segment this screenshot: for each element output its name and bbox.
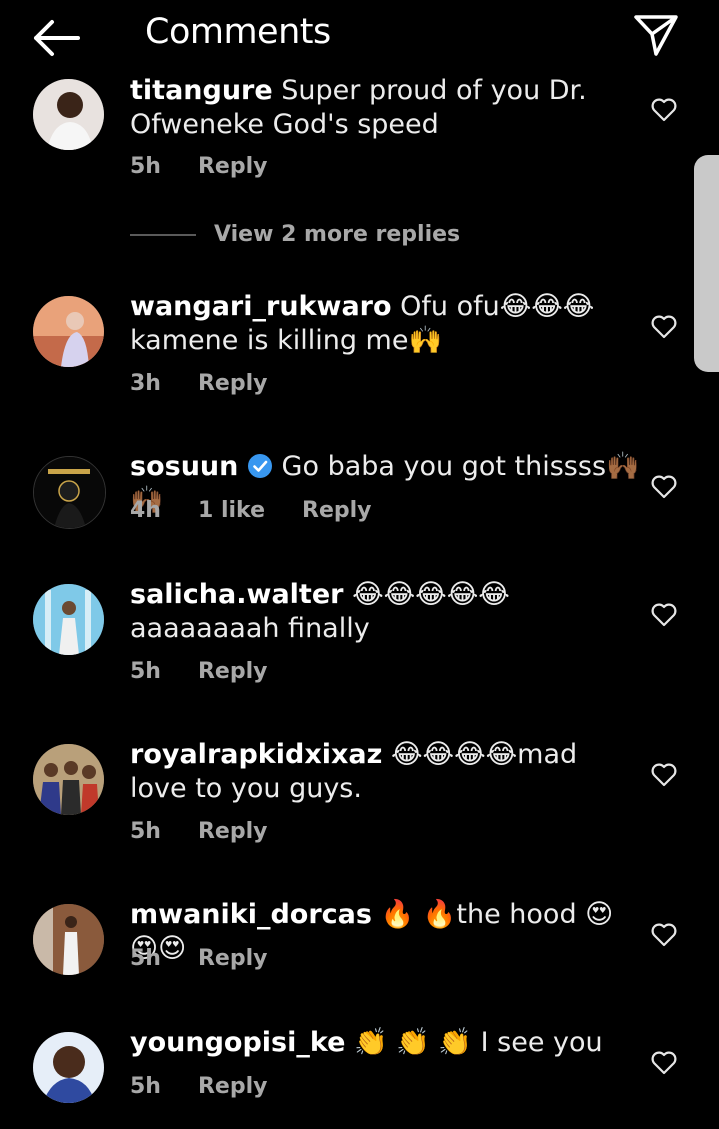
avatar[interactable] [33, 456, 106, 529]
comment-meta: 5h Reply [130, 946, 304, 971]
like-heart-icon[interactable] [651, 315, 677, 339]
comment-likes[interactable]: 1 like [198, 498, 265, 523]
comment-text: youngopisi_ke 👏 👏 👏 I see you [130, 1027, 603, 1058]
like-heart-icon[interactable] [651, 603, 677, 627]
like-heart-icon[interactable] [651, 1051, 677, 1075]
comment-meta: 5h Reply [130, 659, 304, 684]
comment-time: 4h [130, 498, 161, 523]
comment-username[interactable]: royalrapkidxixaz [130, 739, 382, 770]
comment-time: 5h [130, 154, 161, 179]
comment-time: 5h [130, 659, 161, 684]
avatar[interactable] [33, 296, 104, 367]
like-heart-icon[interactable] [651, 923, 677, 947]
verified-badge-icon [247, 454, 272, 478]
header-bar: Comments [0, 0, 719, 72]
send-icon[interactable] [632, 12, 680, 58]
comment-username[interactable]: wangari_rukwaro [130, 291, 392, 322]
comment-meta: 4h 1 like Reply [130, 498, 409, 523]
reply-button[interactable]: Reply [198, 819, 268, 844]
comment-time: 5h [130, 1074, 161, 1099]
avatar[interactable] [33, 744, 104, 815]
comment-time: 5h [130, 946, 161, 971]
comment-text: titangure Super proud of you Dr. Ofwenek… [130, 75, 587, 140]
view-more-replies-label[interactable]: View 2 more replies [214, 222, 460, 247]
comment-text: salicha.walter 😂😂😂😂😂 aaaaaaaah finally [130, 579, 510, 644]
page-title: Comments [145, 12, 331, 52]
avatar[interactable] [33, 1032, 104, 1103]
reply-button[interactable]: Reply [198, 1074, 268, 1099]
comment-text: wangari_rukwaro Ofu ofu😂😂😂 kamene is kil… [130, 291, 595, 356]
comment-meta: 5h Reply [130, 154, 304, 179]
comment-text: royalrapkidxixaz 😂😂😂😂mad love to you guy… [130, 739, 578, 804]
comment-time: 3h [130, 371, 161, 396]
avatar[interactable] [33, 79, 104, 150]
comment-username[interactable]: sosuun [130, 451, 238, 482]
avatar[interactable] [33, 584, 104, 655]
comment-username[interactable]: youngopisi_ke [130, 1027, 345, 1058]
comment-username[interactable]: salicha.walter [130, 579, 343, 610]
reply-button[interactable]: Reply [198, 154, 268, 179]
reply-button[interactable]: Reply [198, 659, 268, 684]
comment-username[interactable]: mwaniki_dorcas [130, 899, 372, 930]
reply-button[interactable]: Reply [302, 498, 372, 523]
back-arrow-icon[interactable] [30, 18, 82, 58]
reply-button[interactable]: Reply [198, 946, 268, 971]
comment-meta: 5h Reply [130, 819, 304, 844]
comment-username[interactable]: titangure [130, 75, 273, 106]
avatar[interactable] [33, 904, 104, 975]
comment-meta: 3h Reply [130, 371, 304, 396]
like-heart-icon[interactable] [651, 763, 677, 787]
reply-button[interactable]: Reply [198, 371, 268, 396]
like-heart-icon[interactable] [651, 475, 677, 499]
comment-time: 5h [130, 819, 161, 844]
like-heart-icon[interactable] [651, 98, 677, 122]
comment-meta: 5h Reply [130, 1074, 304, 1099]
scrollbar-thumb[interactable] [694, 155, 719, 372]
replies-divider [130, 234, 196, 236]
